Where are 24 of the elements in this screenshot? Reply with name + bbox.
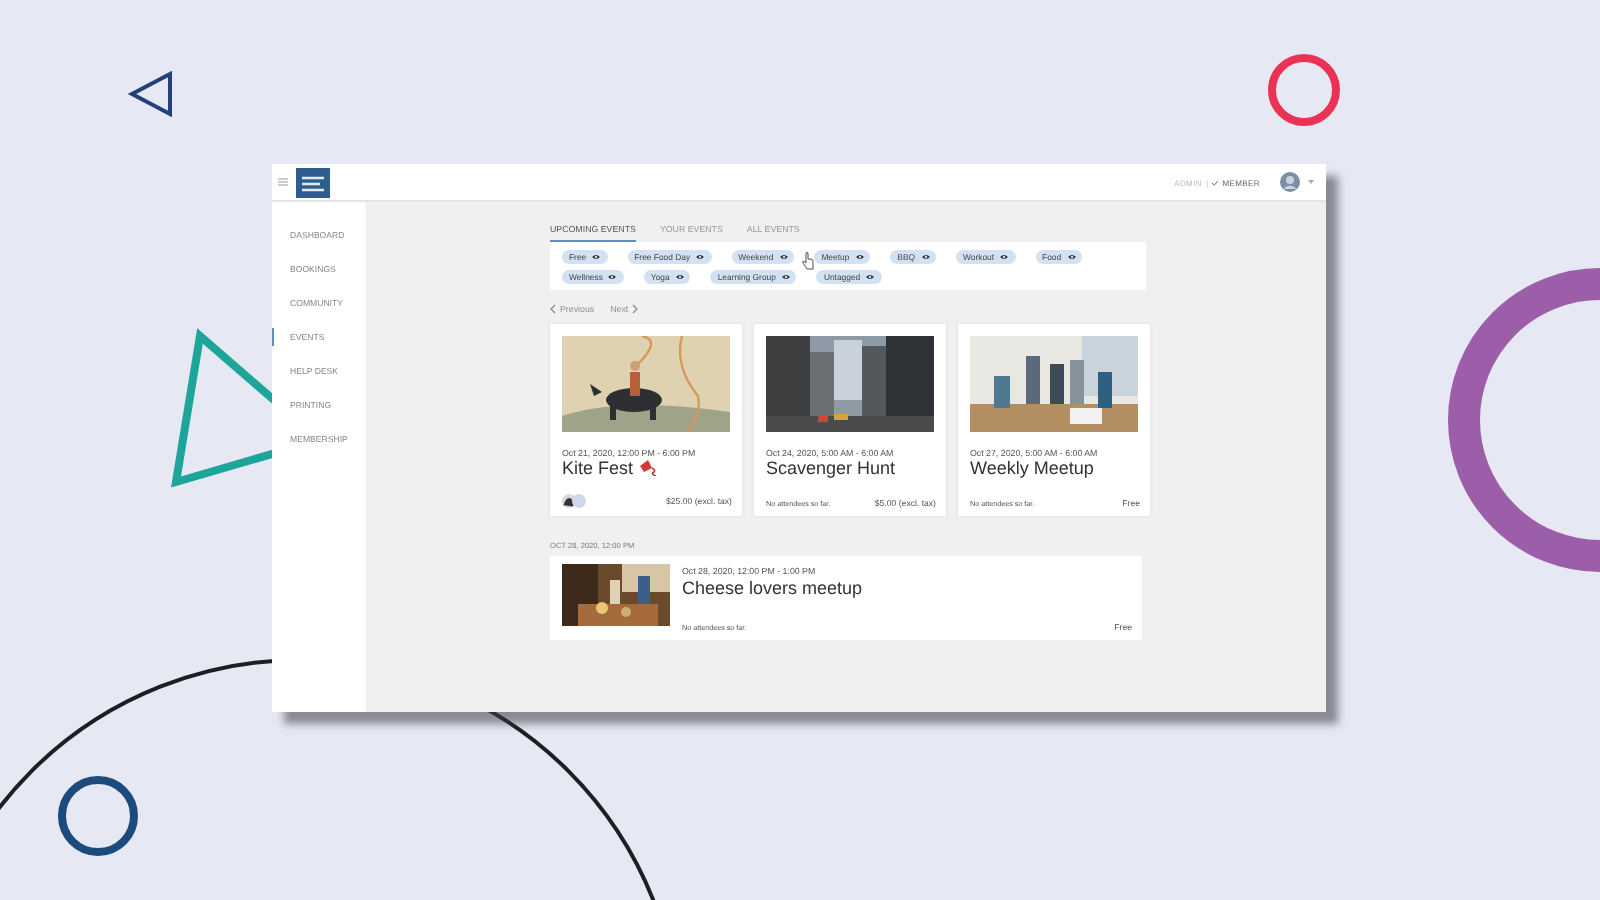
eye-icon <box>608 274 617 280</box>
eye-icon <box>1067 254 1076 260</box>
eye-icon <box>592 254 601 260</box>
eye-icon <box>696 254 705 260</box>
event-title: Cheese lovers meetup <box>682 578 865 598</box>
eye-icon <box>866 274 875 280</box>
eye-icon <box>675 274 684 280</box>
eye-icon <box>779 254 788 260</box>
chevron-left-icon <box>550 304 556 314</box>
eye-icon <box>1000 254 1009 260</box>
chevron-right-icon <box>632 304 639 314</box>
eye-icon <box>855 254 864 260</box>
caret-icon[interactable] <box>1308 180 1314 184</box>
event-title: Weekly Meetup <box>970 458 1094 478</box>
cursor-icon <box>802 252 814 270</box>
event-title: Kite Fest <box>562 458 634 478</box>
logo[interactable] <box>296 167 330 197</box>
avatar[interactable] <box>1280 172 1300 192</box>
ring <box>1268 54 1340 126</box>
eye-icon <box>921 254 929 260</box>
triangle-outline <box>127 70 172 118</box>
event-title: Scavenger Hunt <box>766 458 896 478</box>
ring <box>58 776 138 856</box>
eye-icon <box>781 274 790 280</box>
